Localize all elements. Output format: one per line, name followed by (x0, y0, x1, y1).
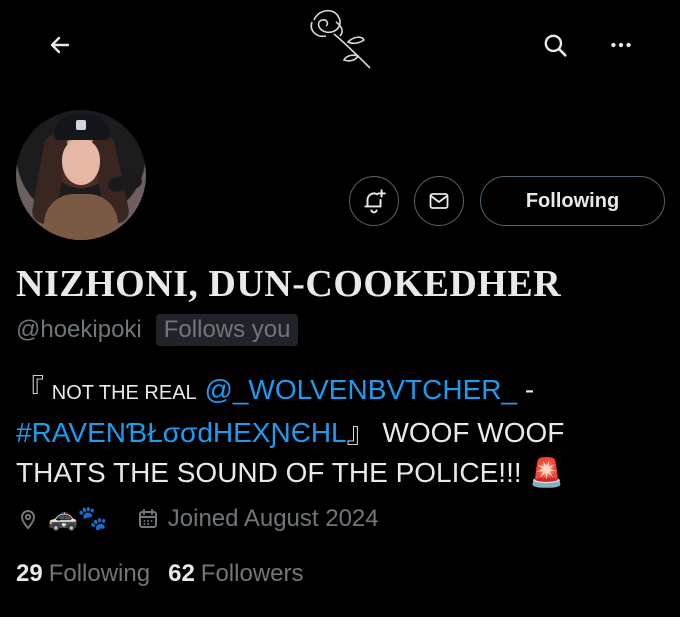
joined-date: Joined August 2024 (167, 504, 379, 532)
siren-emoji: 🚨 (529, 457, 565, 488)
notify-button[interactable] (349, 176, 399, 226)
bio-open-bracket: 『 (16, 374, 45, 405)
profile-avatar[interactable] (12, 106, 150, 244)
back-button[interactable] (37, 22, 83, 68)
username-handle: @hoekipoki (16, 316, 142, 343)
bio-dash: - (524, 374, 535, 405)
followers-stat-link[interactable]: 62 Followers (168, 560, 303, 588)
message-button[interactable] (414, 176, 464, 226)
bell-plus-icon (364, 189, 386, 214)
rose-icon (310, 9, 371, 69)
avatar-image (16, 110, 146, 240)
bio-mention-link[interactable]: @_WOLVENBVTCHER_ (204, 374, 517, 405)
bio-hashtag-link[interactable]: #RAVENƁŁσσdHEXƝЄHL (16, 417, 347, 448)
arrow-left-icon (50, 36, 70, 54)
more-horizontal-icon (611, 42, 631, 48)
location-emojis: 🚓🐾 (48, 505, 108, 532)
followers-count: 62 (168, 560, 195, 587)
following-label: Following (48, 560, 151, 587)
profile-bio: 『 NOT THE REAL @_WOLVENBVTCHER_ - #RAVEN… (16, 370, 636, 493)
follows-you-badge: Follows you (155, 314, 299, 346)
profile-meta: 🚓🐾 Joined August 2024 (16, 504, 379, 533)
bio-lead-text: NOT THE REAL (51, 382, 197, 404)
search-button[interactable] (532, 22, 578, 68)
mail-icon (429, 193, 449, 209)
follow-stats: 29 Following 62 Followers (16, 560, 304, 588)
handle-row: @hoekipoki Follows you (16, 314, 299, 346)
bio-close-bracket: 』 (346, 417, 375, 448)
following-stat-link[interactable]: 29 Following (16, 560, 150, 588)
display-name: NIZHONI, DUN-COOKEDHER (16, 263, 562, 305)
calendar-icon (136, 507, 160, 531)
followers-label: Followers (200, 560, 304, 587)
location-pin-icon (16, 507, 40, 531)
following-count: 29 (16, 560, 43, 587)
search-icon (544, 34, 567, 57)
following-button[interactable]: Following (480, 176, 665, 226)
more-button[interactable] (598, 22, 644, 68)
